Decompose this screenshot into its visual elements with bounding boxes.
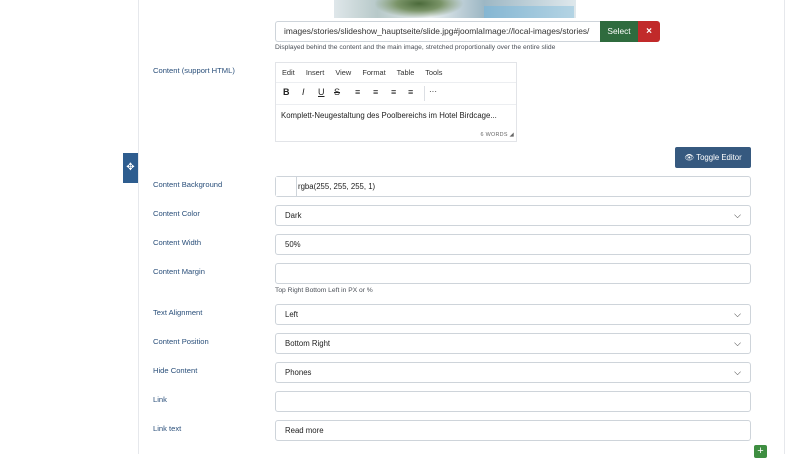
content-color-select[interactable]: Dark ⌵ <box>275 205 751 226</box>
align-center-icon[interactable]: ≡ <box>373 87 378 97</box>
content-background-value: rgba(255, 255, 255, 1) <box>298 182 376 191</box>
content-color-label: Content Color <box>153 209 200 218</box>
toolbar-separator <box>424 86 425 101</box>
content-editor[interactable]: Edit Insert View Format Table Tools B I … <box>275 62 517 142</box>
content-background-label: Content Background <box>153 180 223 189</box>
content-background-field[interactable]: rgba(255, 255, 255, 1) <box>275 176 751 197</box>
word-count: 6 WORDS ◢ <box>480 132 514 138</box>
panel-right-border <box>784 0 785 454</box>
italic-icon[interactable]: I <box>302 87 305 97</box>
color-swatch[interactable] <box>276 177 297 196</box>
slide-image-preview <box>334 0 576 18</box>
menu-insert[interactable]: Insert <box>306 68 324 77</box>
link-input[interactable] <box>275 391 751 412</box>
add-slide-button[interactable]: + <box>754 445 767 458</box>
hide-content-select[interactable]: Phones ⌵ <box>275 362 751 383</box>
clear-image-button[interactable]: × <box>638 21 660 42</box>
image-helper-text: Displayed behind the content and the mai… <box>275 44 556 51</box>
content-label: Content (support HTML) <box>153 66 235 75</box>
content-position-value: Bottom Right <box>285 339 331 348</box>
align-justify-icon[interactable]: ≡ <box>408 87 413 97</box>
word-count-text: 6 WORDS <box>480 132 508 138</box>
select-image-button[interactable]: Select <box>600 21 638 42</box>
chevron-down-icon: ⌵ <box>734 338 741 348</box>
editor-menubar: Edit Insert View Format Table Tools <box>282 68 452 77</box>
image-path-input[interactable]: images/stories/slideshow_hauptseite/slid… <box>275 21 600 42</box>
preview-pool-shape <box>484 6 574 18</box>
strikethrough-icon[interactable]: S <box>334 87 340 97</box>
chevron-down-icon: ⌵ <box>734 210 741 220</box>
editor-body-text[interactable]: Komplett-Neugestaltung des Poolbereichs … <box>281 111 501 121</box>
link-text-label: Link text <box>153 424 182 433</box>
content-color-value: Dark <box>285 211 302 220</box>
link-text-input[interactable]: Read more <box>275 420 751 441</box>
panel-left-border <box>138 0 139 454</box>
content-margin-label: Content Margin <box>153 267 205 276</box>
eye-icon: 👁 <box>684 153 695 162</box>
menu-tools[interactable]: Tools <box>425 68 442 77</box>
hide-content-label: Hide Content <box>153 366 198 375</box>
menu-edit[interactable]: Edit <box>282 68 295 77</box>
content-width-input[interactable]: 50% <box>275 234 751 255</box>
toggle-editor-button[interactable]: 👁 Toggle Editor <box>675 147 751 168</box>
bold-icon[interactable]: B <box>283 87 290 97</box>
align-right-icon[interactable]: ≡ <box>391 87 396 97</box>
content-position-label: Content Position <box>153 337 209 346</box>
menu-format[interactable]: Format <box>362 68 385 77</box>
menu-view[interactable]: View <box>335 68 351 77</box>
content-margin-input[interactable] <box>275 263 751 284</box>
plus-icon: + <box>757 445 764 457</box>
link-label: Link <box>153 395 167 404</box>
toggle-editor-label: Toggle Editor <box>696 153 742 162</box>
more-icon[interactable]: ··· <box>429 87 437 96</box>
chevron-down-icon: ⌵ <box>734 367 741 377</box>
content-margin-helper: Top Right Bottom Left in PX or % <box>275 287 373 294</box>
preview-palm-shape <box>374 0 464 18</box>
menu-table[interactable]: Table <box>397 68 415 77</box>
chevron-down-icon: ⌵ <box>734 309 741 319</box>
underline-icon[interactable]: U <box>318 87 325 97</box>
text-alignment-label: Text Alignment <box>153 308 203 317</box>
content-position-select[interactable]: Bottom Right ⌵ <box>275 333 751 354</box>
drag-handle-icon[interactable]: ✥ <box>123 153 138 183</box>
content-width-label: Content Width <box>153 238 202 247</box>
text-alignment-value: Left <box>285 310 299 319</box>
editor-toolbar: B I U S ≡ ≡ ≡ ≡ ··· <box>276 82 516 105</box>
text-alignment-select[interactable]: Left ⌵ <box>275 304 751 325</box>
align-left-icon[interactable]: ≡ <box>355 87 360 97</box>
hide-content-value: Phones <box>285 368 312 377</box>
